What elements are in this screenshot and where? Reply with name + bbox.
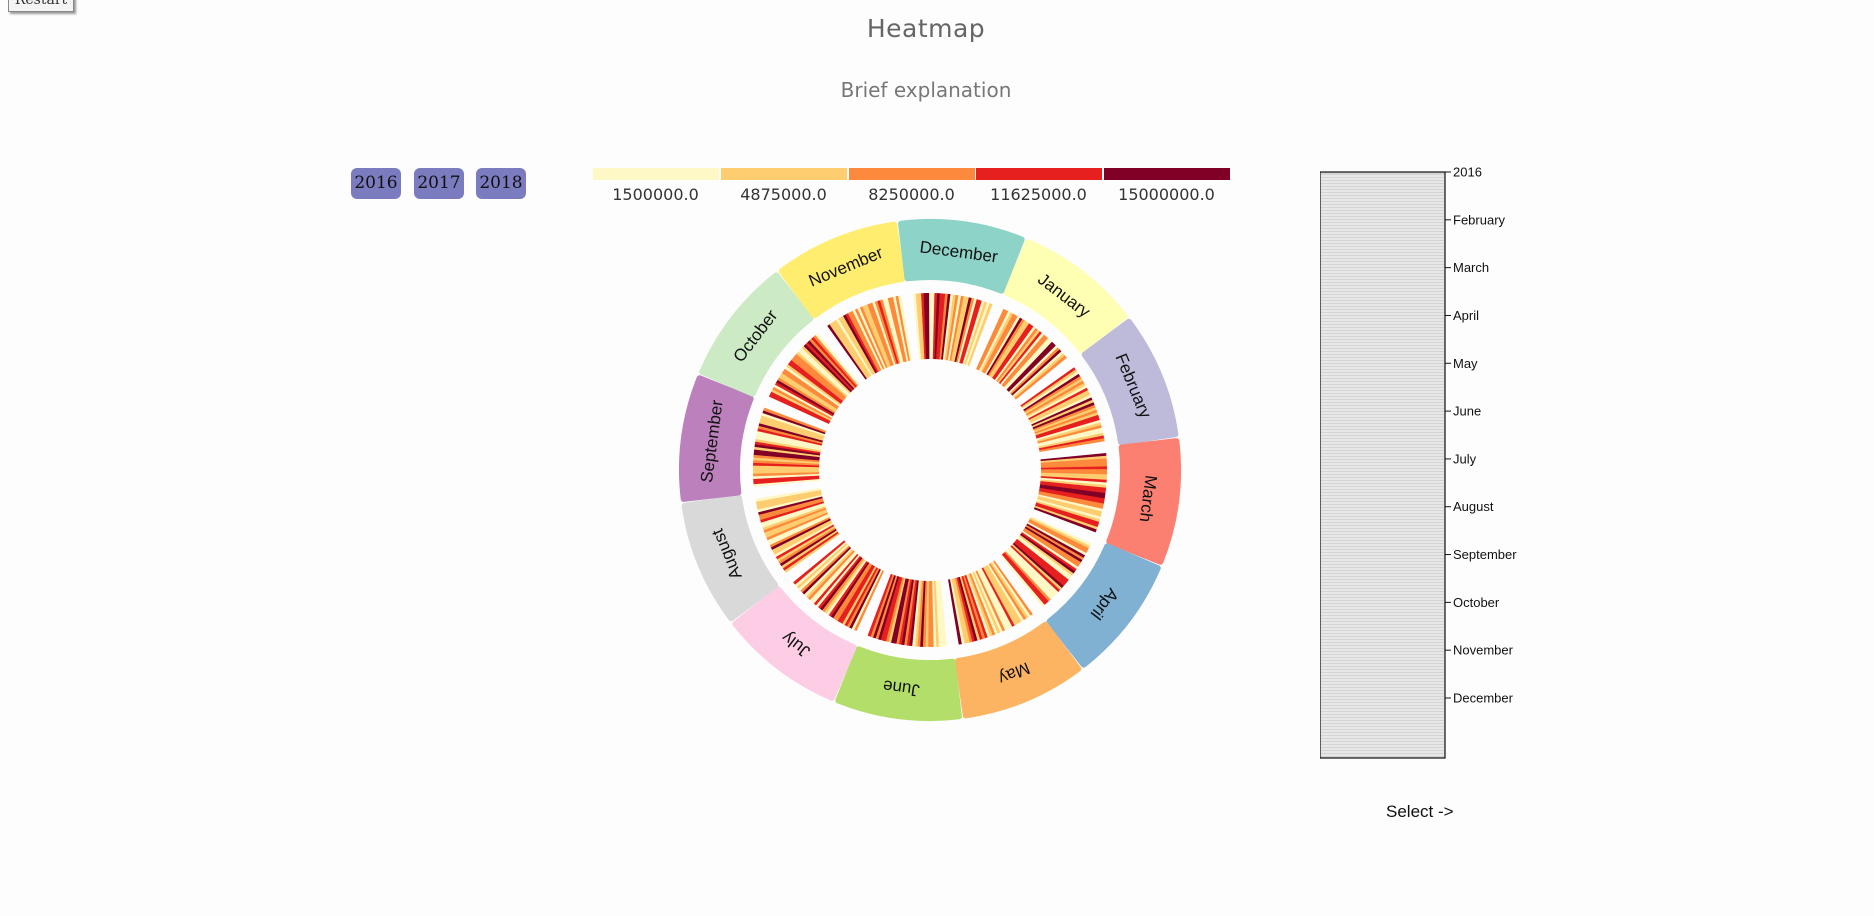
axis-tick-label: August: [1453, 499, 1494, 514]
select-button[interactable]: Select ->: [1386, 802, 1454, 822]
brief-explanation-link[interactable]: Brief explanation: [0, 78, 1852, 102]
axis-tick-label: July: [1453, 451, 1477, 466]
legend-swatch-1: [593, 168, 719, 180]
axis-tick-label: June: [1453, 404, 1481, 419]
year-button-2017[interactable]: 2017: [414, 168, 464, 199]
legend-swatch-3: [849, 168, 975, 180]
timeline-brush[interactable]: 2016 February March April May June July August S…: [1320, 160, 1560, 760]
page-title: Heatmap: [866, 14, 986, 43]
legend-label-1: 1500000.0: [612, 185, 699, 204]
legend-swatch-2: [721, 168, 847, 180]
legend-swatch-5: [1104, 168, 1230, 180]
axis-tick-label: September: [1453, 547, 1517, 562]
axis-tick-label: October: [1453, 595, 1500, 610]
axis-tick-label: November: [1453, 643, 1514, 658]
axis-tick-label: 2016: [1453, 165, 1482, 180]
restart-button[interactable]: Restart: [8, 0, 74, 12]
legend-swatch-4: [976, 168, 1102, 180]
axis-tick-label: December: [1453, 691, 1514, 706]
year-button-2018[interactable]: 2018: [476, 168, 526, 199]
legend-label-5: 15000000.0: [1118, 185, 1215, 204]
calendar-heat-wheel[interactable]: JanuaryFebruaryMarchAprilMayJuneJulyAugu…: [670, 210, 1190, 730]
legend-label-3: 8250000.0: [868, 185, 955, 204]
axis-tick-label: March: [1453, 260, 1489, 275]
year-button-2016[interactable]: 2016: [351, 168, 401, 199]
axis-tick-label: May: [1453, 356, 1478, 371]
legend-label-2: 4875000.0: [740, 185, 827, 204]
axis-tick-label: February: [1453, 212, 1506, 227]
legend-label-4: 11625000.0: [990, 185, 1087, 204]
axis-tick-label: April: [1453, 308, 1479, 323]
